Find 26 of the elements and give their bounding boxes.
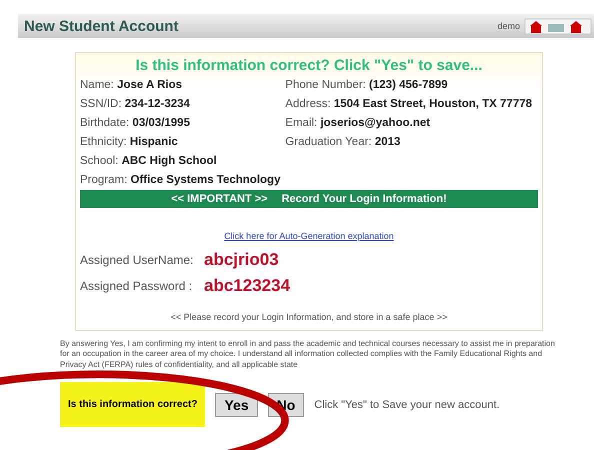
login-note: << Please record your Login Information, and store in a safe place >> [170,312,448,322]
save-hint: Click "Yes" to Save your new account. [314,398,500,411]
user-name: demo [497,21,520,31]
field-text: Address: 1504 East Street, Houston, TX 77778 [285,97,534,112]
answer-button[interactable]: Yes [215,392,258,417]
disclaimer-text: By answering Yes, I am confirming my intent to enroll in and pass the academic and technical courses necessary to assist me in preparation for an occupation in the career area of my choice. I understand all information collected complies with the Family Educational Rights and Privacy Act (FERPA) rules of confidentiality, and all applicable state [60,339,556,370]
banner-text: Record Your Login Information! [282,193,447,205]
credential-label: Assigned Password : [80,279,194,293]
confirm-question: Is this information correct? [60,382,206,428]
field-text: Email: joserios@yahoo.net [285,116,432,131]
page-title: New Student Account [24,18,178,34]
field-text: SSN/ID: 234-12-3234 [80,97,191,112]
credential-label: Assigned UserName: [80,253,194,267]
field-text: Program: Office Systems Technology [80,173,282,188]
field-text: Birthdate: 03/03/1995 [80,116,191,131]
credential-value: abcjrio03 [204,250,279,270]
banner-tag: << IMPORTANT >> [171,193,268,205]
logo-drawing [524,16,594,36]
field-text: Name: Jose A Rios [80,78,184,93]
info-heading: Is this information correct? Click "Yes" to save... [134,57,484,74]
field-text: School: ABC High School [80,154,218,169]
explanation-link[interactable]: Click here for Auto-Generation explanation [224,231,394,241]
credential-value: abc123234 [204,276,290,296]
field-text: Graduation Year: 2013 [285,135,402,150]
field-text: Ethnicity: Hispanic [80,135,179,150]
field-text: Phone Number: (123) 456-7899 [285,78,449,93]
